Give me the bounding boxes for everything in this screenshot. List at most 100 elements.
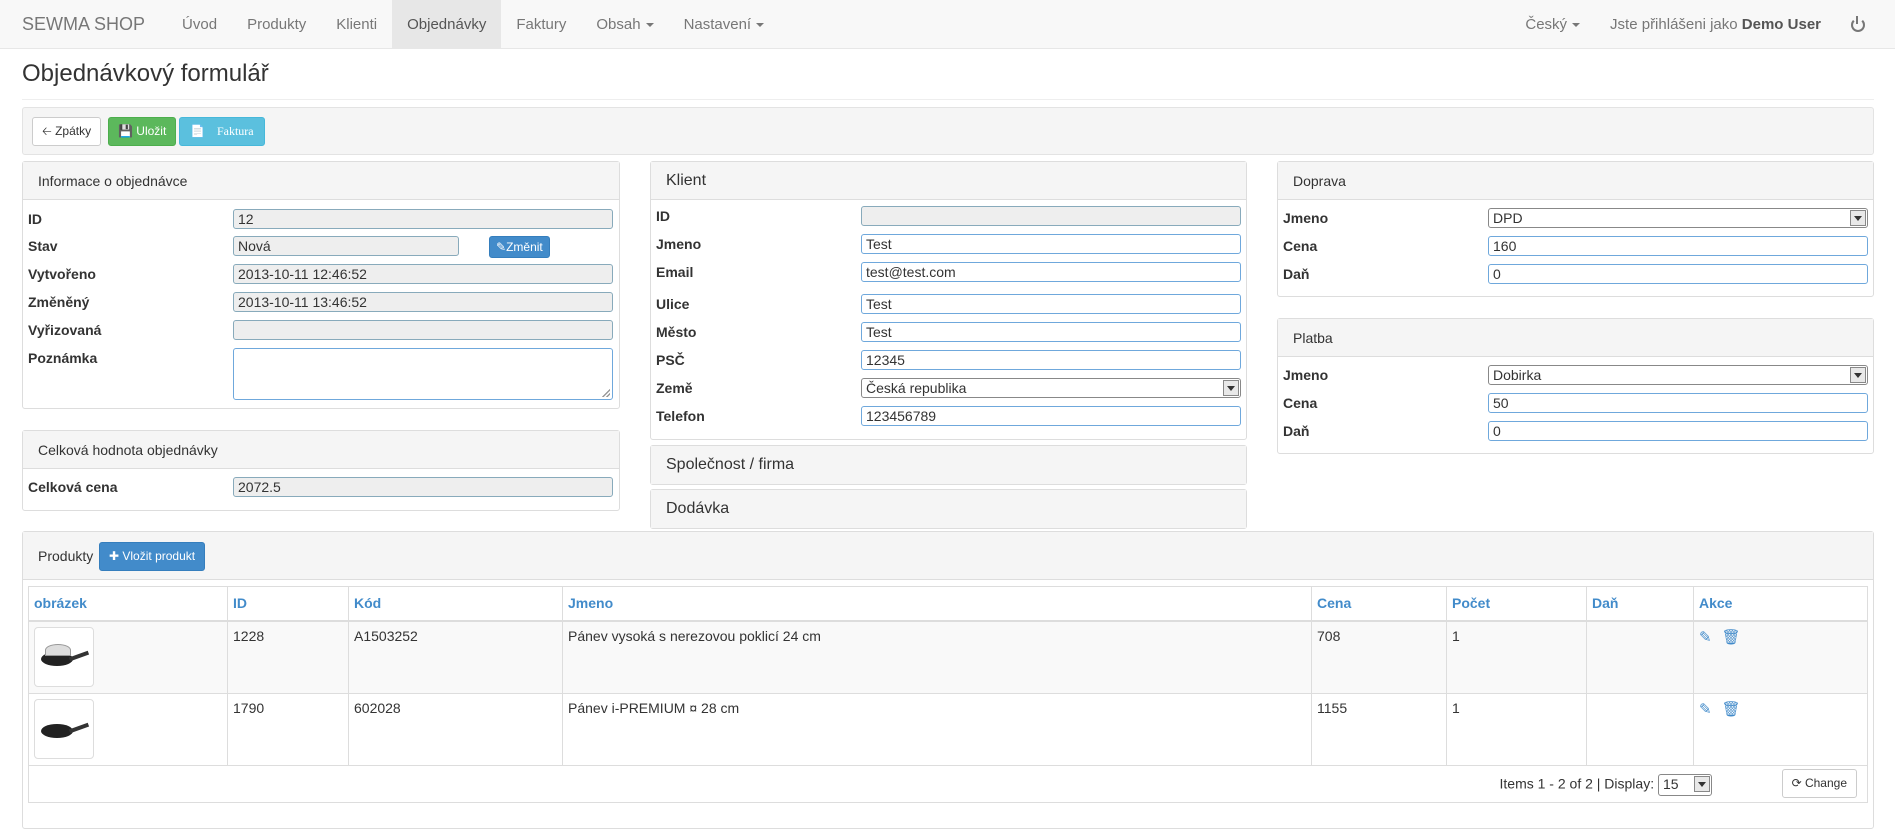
order-processed-label: Vyřizovaná — [28, 322, 102, 338]
col-tax[interactable]: Daň — [1586, 586, 1694, 622]
col-id[interactable]: ID — [227, 586, 349, 622]
product-thumbnail — [34, 626, 94, 687]
client-country-select[interactable]: Česká republika — [861, 378, 1241, 398]
nav-produkty[interactable]: Produkty — [232, 0, 321, 49]
dropdown-arrow-icon[interactable] — [1223, 380, 1239, 396]
shipping-tax-label: Daň — [1283, 266, 1310, 282]
delivery-panel[interactable]: Dodávka — [650, 489, 1247, 529]
client-email-input[interactable]: test@test.com — [861, 262, 1241, 282]
nav-obsah-label: Obsah — [596, 15, 641, 33]
save-button[interactable]: 💾 Uložit — [108, 117, 177, 146]
client-zip-label: PSČ — [656, 352, 685, 368]
pager-bar: Items 1 - 2 of 2 | Display: 15 ⟳ Change — [28, 763, 1868, 803]
back-label: Zpátky — [55, 124, 92, 138]
col-image[interactable]: obrázek — [28, 586, 228, 622]
nav-objednavky[interactable]: Objednávky — [392, 0, 502, 49]
caret-down-icon — [645, 22, 654, 27]
company-heading[interactable]: Společnost / firma — [651, 446, 1246, 484]
order-note-label: Poznámka — [28, 350, 98, 366]
client-name-label: Jmeno — [656, 236, 702, 252]
refresh-icon: ⟳ — [1791, 776, 1805, 790]
pager-change-label: Change — [1804, 776, 1847, 790]
total-panel: Celková hodnota objednávky Celková cena … — [22, 430, 620, 511]
product-image-cell — [28, 620, 228, 694]
payment-price-input[interactable]: 50 — [1488, 393, 1868, 413]
order-info-heading: Informace o objednávce — [23, 162, 619, 200]
pager-change-button[interactable]: ⟳ Change — [1781, 769, 1857, 798]
toolbar: 🡠 Zpátky 💾 Uložit 📄 Faktura — [22, 107, 1874, 155]
shipping-heading: Doprava — [1278, 162, 1873, 200]
company-panel[interactable]: Společnost / firma — [650, 445, 1247, 485]
product-name: Pánev vysoká s nerezovou poklicí 24 cm — [562, 620, 1312, 694]
product-image-cell — [28, 692, 228, 766]
col-name[interactable]: Jmeno — [562, 586, 1312, 622]
title-divider — [22, 99, 1874, 100]
logout-button[interactable] — [1836, 0, 1895, 49]
user-name: Demo User — [1741, 15, 1821, 33]
client-street-input[interactable]: Test — [861, 294, 1241, 314]
product-actions: ✎ 🗑 — [1693, 620, 1868, 694]
file-icon: 📄 — [190, 124, 217, 138]
shipping-name-value: DPD — [1493, 210, 1523, 226]
nav-uvod[interactable]: Úvod — [167, 0, 232, 49]
power-icon — [1851, 15, 1865, 32]
col-qty[interactable]: Počet — [1446, 586, 1587, 622]
shipping-price-input[interactable]: 160 — [1488, 236, 1868, 256]
order-processed-field — [233, 320, 613, 340]
trash-icon[interactable]: 🗑 — [1722, 628, 1741, 646]
pan-with-lid-icon — [41, 643, 73, 666]
client-city-input[interactable]: Test — [861, 322, 1241, 342]
product-price: 708 — [1311, 620, 1447, 694]
col-code[interactable]: Kód — [348, 586, 563, 622]
client-country-value: Česká republika — [866, 380, 967, 396]
shipping-name-label: Jmeno — [1283, 210, 1329, 226]
add-product-button[interactable]: ✚ Vložit produkt — [99, 542, 206, 571]
pencil-icon[interactable]: ✎ — [1699, 628, 1712, 646]
product-tax — [1586, 692, 1694, 766]
logged-in-text: Jste přihlášeni jako Demo User — [1595, 0, 1836, 49]
resize-handle-icon[interactable] — [602, 389, 610, 397]
back-button[interactable]: 🡠 Zpátky — [32, 117, 102, 146]
change-status-button[interactable]: ✎Změnit — [489, 236, 550, 258]
order-note-textarea[interactable] — [233, 348, 613, 400]
order-created-label: Vytvořeno — [28, 266, 96, 282]
payment-name-label: Jmeno — [1283, 367, 1329, 383]
shipping-name-select[interactable]: DPD — [1488, 208, 1868, 228]
client-country-label: Země — [656, 380, 693, 396]
nav-obsah[interactable]: Obsah — [581, 0, 668, 49]
client-phone-input[interactable]: 123456789 — [861, 406, 1241, 426]
payment-tax-input[interactable]: 0 — [1488, 421, 1868, 441]
plus-icon: ✚ — [109, 549, 123, 563]
brand-logo[interactable]: SEWMA SHOP — [0, 0, 167, 49]
display-count-value: 15 — [1663, 776, 1679, 792]
add-product-label: Vložit produkt — [122, 549, 196, 563]
trash-icon[interactable]: 🗑 — [1722, 700, 1741, 718]
client-name-input[interactable]: Test — [861, 234, 1241, 254]
pencil-icon[interactable]: ✎ — [1699, 700, 1712, 718]
dropdown-arrow-icon[interactable] — [1850, 210, 1866, 226]
payment-name-select[interactable]: Dobirka — [1488, 365, 1868, 385]
client-heading: Klient — [651, 162, 1246, 200]
order-info-panel: Informace o objednávce ID 12 Stav Nová ✎… — [22, 161, 620, 409]
product-qty: 1 — [1446, 692, 1587, 766]
col-price[interactable]: Cena — [1311, 586, 1447, 622]
dropdown-arrow-icon[interactable] — [1694, 776, 1710, 792]
nav-nastaveni[interactable]: Nastavení — [669, 0, 780, 49]
nav-nastaveni-label: Nastavení — [683, 15, 752, 33]
save-label: Uložit — [136, 124, 167, 138]
arrow-left-icon: 🡠 — [42, 124, 56, 138]
order-id-field: 12 — [233, 209, 613, 229]
language-dropdown[interactable]: Český — [1510, 0, 1595, 49]
invoice-label: Faktura — [216, 124, 254, 138]
display-count-select[interactable]: 15 — [1658, 774, 1712, 796]
delivery-heading[interactable]: Dodávka — [651, 490, 1246, 528]
nav-faktury[interactable]: Faktury — [501, 0, 581, 49]
nav-klienti[interactable]: Klienti — [321, 0, 392, 49]
caret-down-icon — [1572, 22, 1581, 27]
shipping-tax-input[interactable]: 0 — [1488, 264, 1868, 284]
shipping-price-label: Cena — [1283, 238, 1318, 254]
client-phone-label: Telefon — [656, 408, 705, 424]
client-zip-input[interactable]: 12345 — [861, 350, 1241, 370]
invoice-button[interactable]: 📄 Faktura — [179, 117, 265, 146]
dropdown-arrow-icon[interactable] — [1850, 367, 1866, 383]
